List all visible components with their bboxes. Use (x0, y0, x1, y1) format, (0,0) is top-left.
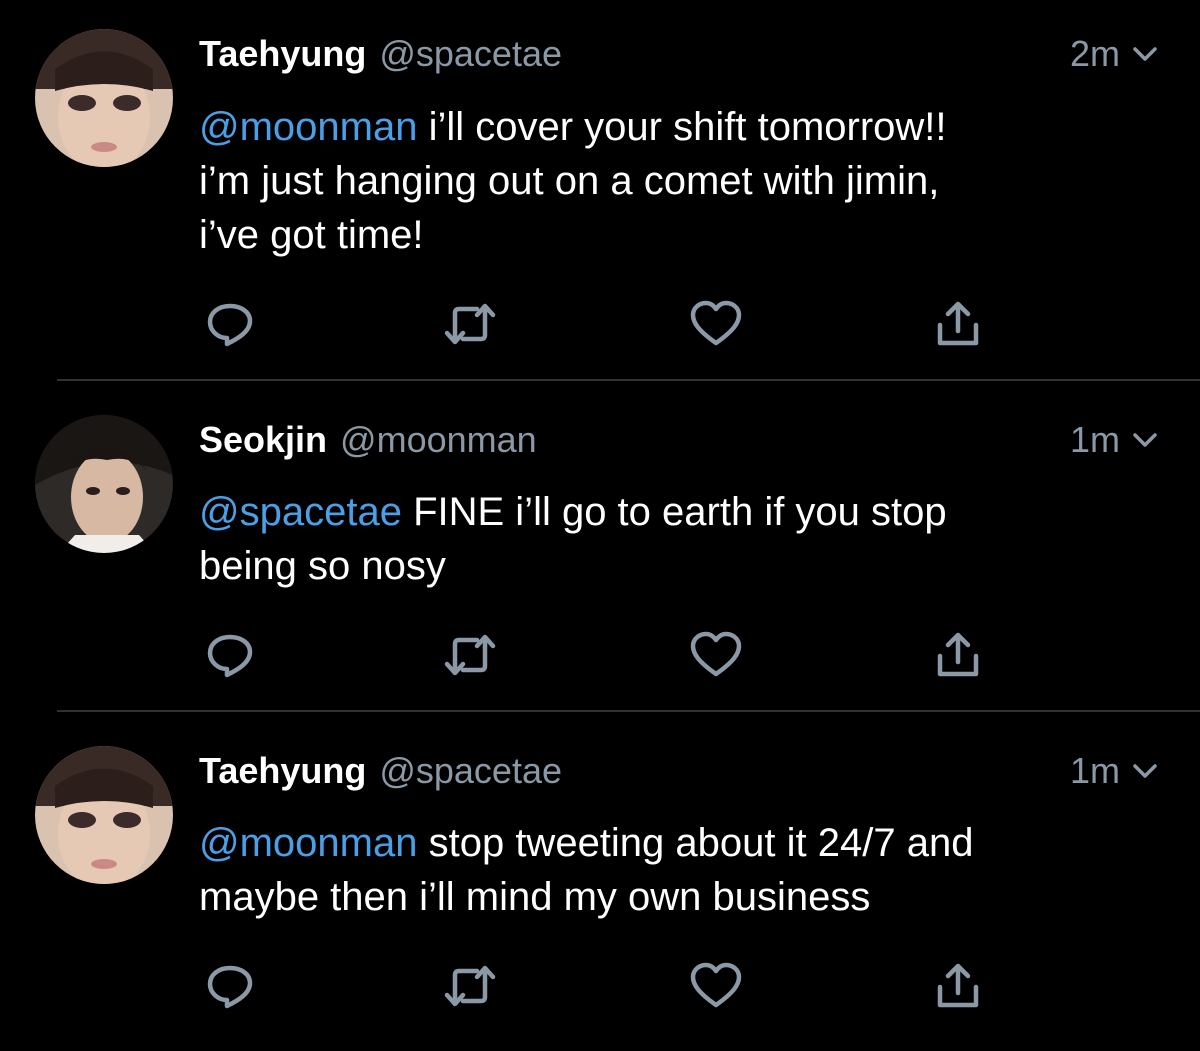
tweet-actions (0, 958, 1200, 1018)
avatar[interactable] (35, 415, 173, 553)
tweet-divider (57, 710, 1200, 712)
timestamp-label: 2m (1069, 33, 1120, 74)
tweet-divider (57, 379, 1200, 381)
retweet-button[interactable] (442, 296, 498, 352)
retweet-button[interactable] (442, 958, 498, 1014)
reply-icon (207, 965, 253, 1009)
reply-button[interactable] (202, 296, 258, 352)
tweet-header: Taehyung @spacetae 2m (199, 28, 1160, 80)
like-button[interactable] (688, 627, 744, 683)
tweet-actions (0, 296, 1200, 356)
timestamp[interactable]: 1m (1070, 750, 1160, 792)
avatar[interactable] (35, 746, 173, 884)
share-button[interactable] (930, 958, 986, 1014)
avatar[interactable] (35, 29, 173, 167)
tweet-header: Seokjin @moonman 1m (199, 414, 1160, 466)
chevron-down-icon[interactable] (1130, 39, 1160, 69)
share-button[interactable] (930, 296, 986, 352)
tweet-header: Taehyung @spacetae 1m (199, 745, 1160, 797)
chevron-down-icon[interactable] (1130, 756, 1160, 786)
user-handle[interactable]: @moonman (340, 419, 537, 461)
share-icon (937, 632, 979, 677)
retweet-icon (444, 303, 496, 345)
like-button[interactable] (688, 958, 744, 1014)
heart-icon (690, 300, 742, 346)
retweet-icon (444, 634, 496, 676)
display-name[interactable]: Seokjin (199, 419, 327, 461)
retweet-button[interactable] (442, 627, 498, 683)
timestamp[interactable]: 2m (1070, 33, 1160, 75)
reply-icon (207, 303, 253, 347)
display-name[interactable]: Taehyung (199, 33, 366, 75)
share-button[interactable] (930, 627, 986, 683)
timestamp[interactable]: 1m (1070, 419, 1160, 461)
tweet-actions (0, 627, 1200, 687)
user-handle[interactable]: @spacetae (379, 33, 562, 75)
timeline: Taehyung @spacetae 2m @moonman i’ll cove… (0, 0, 1200, 1051)
share-icon (937, 301, 979, 346)
retweet-icon (444, 965, 496, 1007)
tweet-text: @moonman stop tweeting about it 24/7 and… (199, 816, 1160, 924)
mention-link[interactable]: @spacetae (199, 490, 402, 534)
reply-icon (207, 634, 253, 678)
heart-icon (690, 962, 742, 1008)
display-name[interactable]: Taehyung (199, 750, 366, 792)
heart-icon (690, 631, 742, 677)
tweet-text: @moonman i’ll cover your shift tomorrow!… (199, 100, 1160, 262)
like-button[interactable] (688, 296, 744, 352)
user-handle[interactable]: @spacetae (379, 750, 562, 792)
reply-button[interactable] (202, 958, 258, 1014)
timestamp-label: 1m (1069, 419, 1120, 460)
chevron-down-icon[interactable] (1130, 425, 1160, 455)
tweet-text: @spacetae FINE i’ll go to earth if you s… (199, 485, 1160, 593)
reply-button[interactable] (202, 627, 258, 683)
mention-link[interactable]: @moonman (199, 821, 417, 865)
timestamp-label: 1m (1069, 750, 1120, 791)
mention-link[interactable]: @moonman (199, 105, 417, 149)
share-icon (937, 963, 979, 1008)
